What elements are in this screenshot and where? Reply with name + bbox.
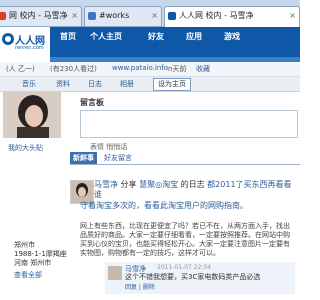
feed-tabs: 新鲜事 好友留言 [70,152,300,165]
renren-logo[interactable]: 人人网 renren.com [0,27,50,57]
profile-section-tabs: 音乐 资料 日志 相册 设为主页 [0,77,300,92]
feed-source[interactable]: 慧聚◎淘宝 [139,180,178,189]
feed-tail: 的日志 [180,180,205,189]
tab-news-feed[interactable]: 新鲜事 [70,152,97,164]
feed-action: 分享 [120,180,137,189]
site-favicon-icon [0,12,6,20]
browser-tab-label: 网 校内 - 马雪净 [9,11,68,20]
nav-item-friends[interactable]: 好友 [148,31,164,42]
profile-photo-caption: 我的大头贴 [8,144,43,152]
comment-time: 2011-01-07 22:34 [157,264,212,271]
profile-url[interactable]: www.pataio.info [112,64,168,72]
nav-item-home[interactable]: 首页 [60,31,76,42]
feed-quote: 网上有些东西，比现在更便宜了吗？若已不在，从两方面入手，找出品质好的商品。大家一… [80,222,290,257]
site-favicon-icon [88,12,96,20]
favorite-link[interactable]: 收藏 [196,64,210,74]
comment-text: 这个不错我想要，买3C家电数码类产品必选 [125,273,261,281]
nav-item-apps[interactable]: 应用 [186,31,202,42]
info-hometown: 河南 郑州市 [14,259,52,267]
message-tools[interactable]: 表情 悄悄话 [90,142,127,152]
tab-blog[interactable]: 日志 [88,78,102,90]
profile-updated: n天前 [168,65,187,73]
nav-item-profile[interactable]: 个人主页 [90,31,122,42]
browser-tab[interactable]: 网 校内 - 马雪净 × [0,6,82,26]
set-homepage-button[interactable]: 设为主页 [153,78,191,91]
message-board-title: 留言板 [80,98,104,107]
browser-tab-active[interactable]: 人人网 校内 - 马雪净 × [164,6,300,27]
feed-line2[interactable]: 守着淘宝多次的，看看此淘宝用户的网购指南。 [80,200,298,211]
renren-favicon-icon [168,12,176,20]
nav-item-games[interactable]: 游戏 [224,31,240,42]
browser-tab[interactable]: #works × [84,6,162,26]
profile-avatar[interactable] [3,92,61,138]
tab-info[interactable]: 资料 [56,78,70,90]
feed-user[interactable]: 马雪净 [94,180,118,189]
visit-count: (有230人看过) [50,65,97,73]
message-input[interactable] [80,110,298,138]
profile-photo-icon [3,92,61,138]
logo-subtext: renren.com [15,45,44,51]
tab-album[interactable]: 相册 [120,78,134,90]
browser-tab-label: #works [99,11,130,20]
profile-user-part: (人 乙一) [6,65,35,73]
tab-music[interactable]: 音乐 [22,78,36,90]
comment-actions[interactable]: 回复 | 删除 [125,282,155,291]
comment-avatar[interactable] [108,266,122,280]
close-icon[interactable]: × [289,7,296,25]
browser-tab-label: 人人网 校内 - 马雪净 [179,11,254,20]
main-nav: 首页 个人主页 好友 应用 游戏 [50,27,300,57]
profile-status-bar: (人 乙一) (有230人看过) www.pataio.info n天前 收藏 [0,62,300,77]
see-all-link[interactable]: 查看全部 [14,270,42,280]
tab-friend-messages[interactable]: 好友留言 [104,152,132,164]
close-icon[interactable]: × [151,7,158,25]
feed-item-header: 马雪净 分享 慧聚◎淘宝 的日志 都2011了买东西再看看谁 [94,180,298,200]
close-icon[interactable]: × [71,7,78,25]
